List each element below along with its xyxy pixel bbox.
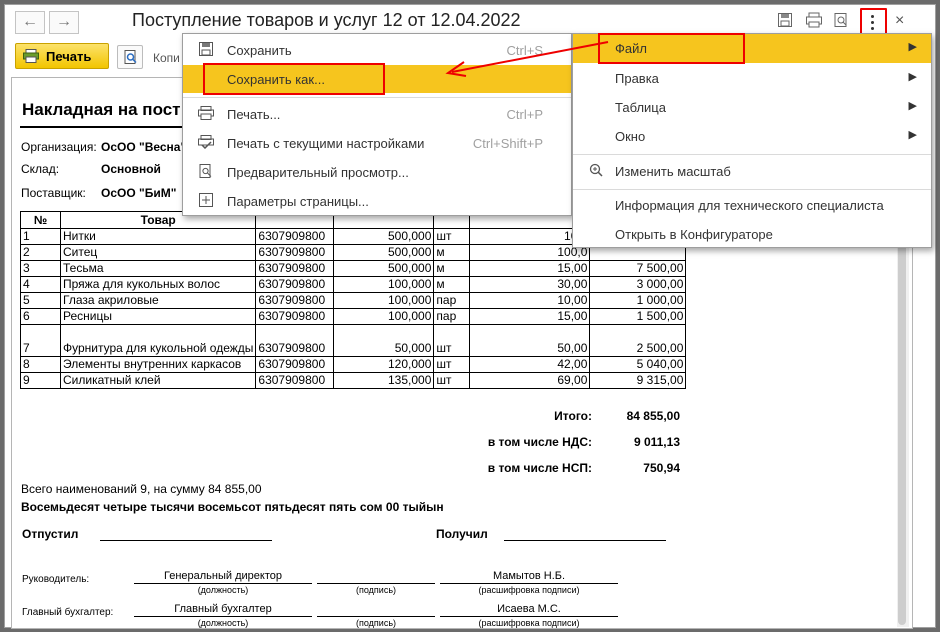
summary-line: Всего наименований 9, на сумму 84 855,00 — [21, 482, 262, 496]
chevron-right-icon: ▶ — [908, 129, 917, 141]
table-row: 7 Фурнитура для кукольной одежды 630790980… — [20, 324, 687, 357]
print-button[interactable]: Печать — [15, 43, 109, 69]
menu-item-print-preview[interactable]: Предварительный просмотр... — [183, 158, 571, 186]
forward-button[interactable]: → — [49, 11, 79, 34]
magnifier-page-icon — [124, 50, 137, 64]
printer-icon — [198, 106, 214, 122]
menu-separator — [183, 97, 571, 98]
table-row: 9 Силикатный клей 6307909800 135,000 шт 69,00… — [20, 372, 687, 389]
table-row: 3 Тесьма 6307909800 500,000 м 15,00 7 500,00 — [20, 260, 687, 277]
menu-item-zoom[interactable]: Изменить масштаб — [573, 157, 931, 185]
menu-separator — [573, 154, 931, 155]
floppy-disk-icon — [198, 42, 214, 58]
total-value: 84 855,00 — [626, 409, 680, 423]
menu-item-window[interactable]: Окно ▶ — [573, 122, 931, 150]
menu-item-table[interactable]: Таблица ▶ — [573, 93, 931, 121]
menu-item-tech-info[interactable]: Информация для технического специалиста — [573, 191, 931, 219]
released-line — [100, 540, 272, 541]
menu-item-open-in-configurator[interactable]: Открыть в Конфигураторе — [573, 220, 931, 248]
more-actions-menu: Файл ▶ Правка ▶ Таблица ▶ Окно ▶ Изменит… — [572, 33, 932, 248]
print-preview-icon — [198, 164, 214, 180]
accountant-label: Главный бухгалтер: — [22, 607, 114, 618]
vat-label: в том числе НДС: — [487, 435, 592, 449]
print-button-label: Печать — [46, 49, 92, 64]
released-label: Отпустил — [22, 527, 79, 541]
more-vertical-icon — [871, 15, 875, 33]
table-row: 6 Ресницы 6307909800 100,000 пар 15,00 1 500,0… — [20, 308, 687, 325]
printer-icon — [23, 49, 39, 63]
column-header-number: № — [20, 211, 61, 229]
menu-item-print[interactable]: Печать... Ctrl+P — [183, 100, 571, 128]
organization-row: Организация: ОсОО "Весна" — [21, 140, 186, 154]
organization-label: Организация: — [21, 140, 97, 154]
print-icon[interactable] — [804, 12, 824, 32]
zoom-icon — [588, 163, 604, 179]
total-label: Итого: — [554, 409, 592, 423]
menu-item-edit[interactable]: Правка ▶ — [573, 64, 931, 92]
chevron-right-icon: ▶ — [908, 100, 917, 112]
summary-words: Восемьдесят четыре тысячи восемьсот пять… — [21, 500, 444, 514]
preview-button[interactable] — [117, 45, 143, 69]
head-label: Руководитель: — [22, 574, 90, 585]
save-icon[interactable] — [775, 12, 795, 32]
vat-value: 9 011,13 — [633, 435, 680, 449]
annotation-arrow-icon — [445, 41, 609, 77]
supplier-label: Поставщик: — [21, 186, 86, 200]
chevron-right-icon: ▶ — [908, 71, 917, 83]
caption-position: (должность) — [197, 585, 249, 595]
scrollbar-thumb[interactable] — [898, 185, 906, 625]
arrow-left-icon: ← — [22, 13, 38, 30]
supplier-value: ОсОО "БиМ" — [101, 186, 177, 200]
menu-separator — [573, 189, 931, 190]
back-button[interactable]: ← — [15, 11, 45, 34]
accountant-position: Главный бухгалтер — [174, 603, 272, 615]
window-title: Поступление товаров и услуг 12 от 12.04.… — [132, 10, 521, 30]
supplier-row: Поставщик: ОсОО "БиМ" — [21, 186, 176, 200]
nsp-value: 750,94 — [643, 461, 680, 475]
accountant-name: Исаева М.С. — [497, 603, 561, 615]
table-row: 5 Глаза акриловые 6307909800 100,000 пар 10,0… — [20, 292, 687, 309]
received-line — [504, 540, 666, 541]
page-setup-icon — [198, 193, 214, 209]
caption-signature: (подпись) — [355, 585, 397, 595]
copies-label: Копи — [153, 51, 180, 65]
annotation-box-save-as — [203, 63, 385, 95]
annotation-box-file — [598, 33, 745, 64]
head-position: Генеральный директор — [164, 570, 282, 582]
caption-decode: (расшифровка подписи) — [478, 585, 580, 595]
warehouse-label: Склад: — [21, 162, 60, 176]
table-row: 8 Элементы внутренних каркасов 6307909800 1… — [20, 356, 687, 373]
arrow-right-icon: → — [56, 13, 72, 30]
nsp-label: в том числе НСП: — [487, 461, 592, 475]
head-name: Мамытов Н.Б. — [492, 570, 566, 582]
preview-icon[interactable] — [831, 12, 851, 32]
warehouse-row: Склад: Основной — [21, 162, 161, 176]
menu-item-page-setup[interactable]: Параметры страницы... — [183, 187, 571, 215]
warehouse-value: Основной — [101, 162, 161, 176]
printer-check-icon — [198, 135, 214, 151]
received-label: Получил — [436, 527, 488, 541]
close-icon[interactable]: × — [895, 12, 904, 30]
organization-value: ОсОО "Весна" — [101, 140, 187, 154]
menu-item-print-current-settings[interactable]: Печать с текущими настройками Ctrl+Shift… — [183, 129, 571, 157]
document-title: Накладная на пост — [22, 100, 181, 119]
table-row: 4 Пряжа для кукольных волос 6307909800 100,… — [20, 276, 687, 293]
chevron-right-icon: ▶ — [908, 41, 917, 53]
